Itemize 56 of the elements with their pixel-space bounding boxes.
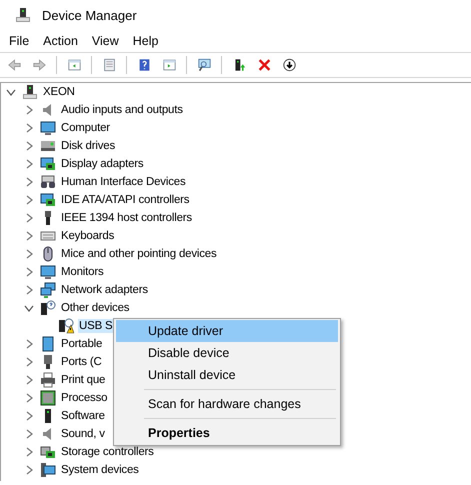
expansion-card-icon: [40, 156, 56, 172]
tree-item[interactable]: Display adapters: [60, 157, 144, 171]
computer-icon: [22, 84, 38, 100]
tree-item[interactable]: Portable: [60, 337, 104, 351]
document-icon[interactable]: [103, 57, 116, 73]
tree-item[interactable]: Human Interface Devices: [60, 175, 187, 189]
monitor-icon: [40, 120, 56, 136]
tree-item[interactable]: Processo: [60, 391, 108, 405]
tree-item[interactable]: Software: [60, 409, 106, 423]
tree-item[interactable]: Storage controllers: [60, 445, 155, 459]
device-up-arrow-icon[interactable]: [233, 57, 246, 73]
chip-icon: [40, 390, 56, 406]
tree-item[interactable]: Other devices: [60, 301, 130, 315]
computer-icon: [15, 7, 31, 23]
monitor-search-icon[interactable]: [198, 57, 211, 73]
window-icon[interactable]: [68, 57, 81, 73]
menu-item[interactable]: Uninstall device: [116, 364, 338, 386]
delete-icon[interactable]: [258, 57, 271, 73]
menu-item[interactable]: File: [2, 34, 36, 48]
tree-item[interactable]: XEON: [42, 85, 76, 99]
menu-item[interactable]: Properties: [116, 422, 338, 444]
menu-item[interactable]: Disable device: [116, 342, 338, 364]
tree-item[interactable]: Print que: [60, 373, 106, 387]
tree-item[interactable]: IEEE 1394 host controllers: [60, 211, 193, 225]
controller-card-icon: [40, 444, 56, 460]
tree-item[interactable]: Keyboards: [60, 229, 116, 243]
tree-item[interactable]: Computer: [60, 121, 111, 135]
tree-item[interactable]: IDE ATA/ATAPI controllers: [60, 193, 190, 207]
tree-item[interactable]: USB S: [78, 319, 114, 333]
network-icon: [40, 282, 56, 298]
warning-icon: [58, 318, 74, 334]
tree-item[interactable]: Network adapters: [60, 283, 149, 297]
expansion-card-icon: [40, 192, 56, 208]
menu-item[interactable]: Help: [126, 34, 166, 48]
menu-item[interactable]: Scan for hardware changes: [116, 393, 338, 415]
tree-item[interactable]: Audio inputs and outputs: [60, 103, 184, 117]
menu-item[interactable]: Update driver: [116, 320, 338, 342]
tree-item[interactable]: Ports (C: [60, 355, 103, 369]
monitor-icon: [40, 264, 56, 280]
tree-item[interactable]: Sound, v: [60, 427, 106, 441]
menu-item[interactable]: Action: [36, 34, 85, 48]
help-icon[interactable]: [138, 57, 151, 73]
controller-icon: [40, 174, 56, 190]
tree-item[interactable]: Disk drives: [60, 139, 116, 153]
tablet-icon: [40, 336, 56, 352]
device-question-icon: [40, 300, 56, 316]
window-icon[interactable]: [163, 57, 176, 73]
download-icon[interactable]: [283, 57, 296, 73]
drive-icon: [40, 138, 56, 154]
tree-item[interactable]: Monitors: [60, 265, 104, 279]
computer-icon: [40, 462, 56, 478]
menu-item[interactable]: View: [84, 34, 126, 48]
tree-item[interactable]: System devices: [60, 463, 140, 477]
tree-item[interactable]: Mice and other pointing devices: [60, 247, 218, 261]
window-title: Device Manager: [42, 8, 137, 22]
printer-icon: [40, 372, 56, 388]
